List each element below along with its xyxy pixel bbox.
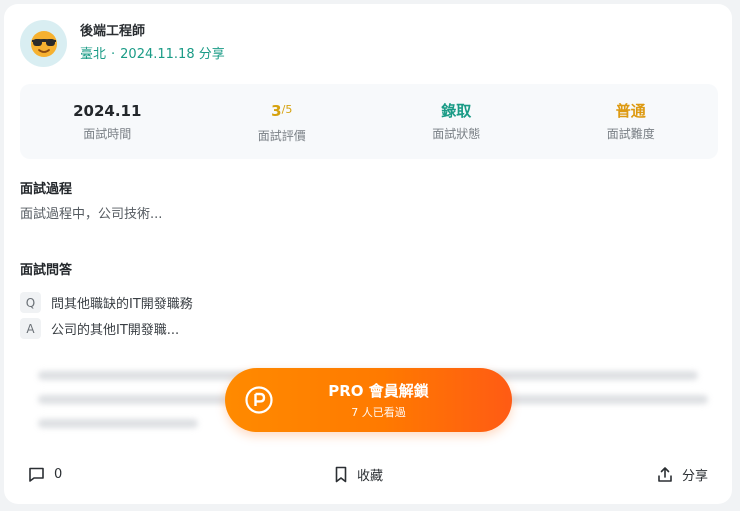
comment-icon (29, 467, 44, 482)
pro-unlock-title: PRO 會員解鎖 (328, 382, 429, 400)
pro-view-count: 7 人已看過 (351, 406, 406, 419)
save-label: 收藏 (357, 468, 384, 484)
card-footer: 0 收藏 分享 (4, 462, 732, 486)
qa-title: 面試問答 (20, 263, 73, 278)
question-badge: Q (20, 292, 41, 313)
process-title: 面試過程 (20, 182, 73, 197)
share-date: 2024.11.18 分享 (120, 47, 225, 62)
stat-interview-status: 錄取 面試狀態 (369, 84, 544, 159)
qa-answer-row: A 公司的其他IT開發職... (20, 318, 179, 339)
stat-interview-rating: 3/5 面試評價 (195, 84, 370, 159)
stat-label: 面試時間 (83, 127, 132, 141)
rating-max: /5 (281, 103, 293, 116)
pro-unlock-button[interactable]: PRO 會員解鎖 7 人已看過 (225, 368, 512, 432)
answer-badge: A (20, 318, 41, 339)
rating-score: 3 (271, 102, 282, 120)
stat-value: 3/5 (271, 101, 292, 123)
stat-value: 錄取 (441, 102, 472, 120)
avatar[interactable] (20, 20, 67, 67)
stat-interview-time: 2024.11 面試時間 (20, 84, 195, 159)
author-title: 後端工程師 (80, 24, 146, 39)
card-header: 後端工程師 臺北 · 2024.11.18 分享 (20, 20, 225, 67)
save-button[interactable]: 收藏 (334, 462, 383, 486)
stat-label: 面試難度 (606, 127, 655, 141)
comments-button[interactable]: 0 (28, 462, 62, 486)
interview-stats: 2024.11 面試時間 3/5 面試評價 錄取 面試狀態 普通 面試難度 (20, 84, 718, 159)
stat-value: 普通 (615, 102, 646, 120)
share-button[interactable]: 分享 (657, 462, 708, 486)
stat-interview-difficulty: 普通 面試難度 (544, 84, 719, 159)
comments-count: 0 (54, 466, 63, 482)
answer-text: 公司的其他IT開發職... (51, 323, 180, 338)
share-label: 分享 (682, 468, 709, 484)
process-text: 面試過程中，公司技術... (20, 207, 163, 222)
share-icon (658, 466, 672, 482)
stat-label: 面試狀態 (432, 127, 481, 141)
author-meta: 臺北 · 2024.11.18 分享 (80, 46, 225, 64)
stat-value: 2024.11 (73, 102, 142, 120)
interview-card: 後端工程師 臺北 · 2024.11.18 分享 2024.11 面試時間 3/5 … (4, 4, 732, 504)
stat-label: 面試評價 (257, 129, 306, 143)
bookmark-icon (335, 466, 347, 482)
meta-separator: · (111, 47, 116, 62)
sunglasses-face-icon (30, 30, 57, 57)
location: 臺北 (80, 47, 107, 62)
qa-question-row: Q 問其他職缺的IT開發職務 (20, 292, 193, 313)
question-text: 問其他職缺的IT開發職務 (51, 297, 193, 312)
